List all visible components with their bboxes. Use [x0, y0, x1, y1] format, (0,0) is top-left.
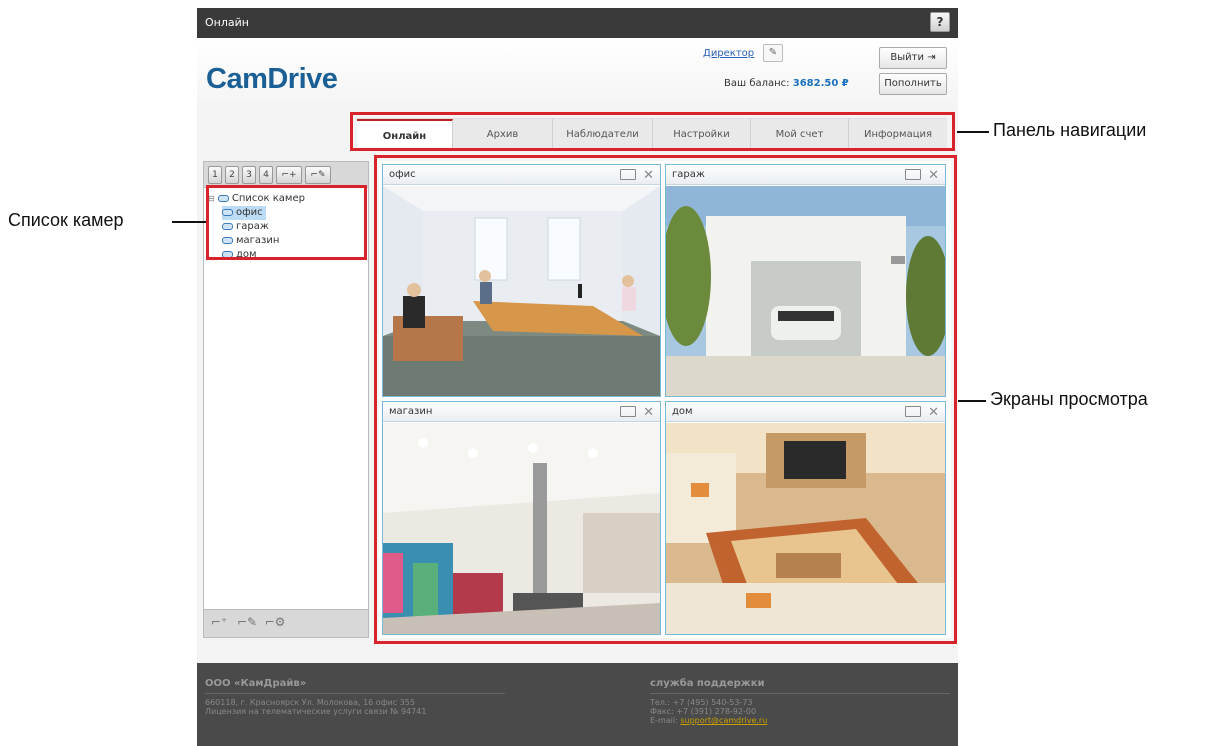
top-bar: Онлайн ? [197, 8, 958, 38]
footer: ООО «КамДрайв» 660118, г. Красноярск Ул.… [197, 663, 958, 746]
view-screens-pointer [958, 400, 986, 402]
edit-camera-button[interactable]: ⌐✎ [236, 615, 258, 633]
topup-button[interactable]: Пополнить [879, 73, 947, 95]
camera-edit-icon: ⌐✎ [310, 170, 326, 180]
nav-panel-highlight [350, 112, 955, 151]
camera-add-icon: ⌐+ [281, 170, 297, 180]
camera-settings-button[interactable]: ⌐⚙ [264, 615, 286, 633]
logo: CamDrive [206, 63, 338, 95]
add-camera-button[interactable]: ⌐⁺ [208, 615, 230, 633]
footer-support-block: служба поддержки Тел.: +7 (495) 540-53-7… [650, 678, 950, 725]
footer-license: Лицензия на телематические услуги связи … [205, 707, 427, 716]
balance-value: 3682.50 ₽ [792, 78, 849, 89]
footer-email-row: E-mail: support@camdrive.ru [650, 716, 950, 725]
pencil-icon: ✎ [768, 47, 778, 58]
camera-edit-icon: ⌐✎ [236, 615, 258, 629]
footer-company: ООО «КамДрайв» [205, 678, 307, 689]
edit-profile-button[interactable]: ✎ [763, 44, 783, 62]
camera-list-pointer [172, 221, 206, 223]
logout-label: Выйти [890, 52, 924, 63]
balance: Ваш баланс: 3682.50 ₽ [724, 78, 849, 89]
camera-actions-bar: ⌐⁺ ⌐✎ ⌐⚙ [204, 609, 368, 637]
footer-address: 660118, г. Красноярск Ул. Молокова, 16 о… [205, 698, 415, 707]
balance-label: Ваш баланс: [724, 78, 790, 89]
footer-email-link[interactable]: support@camdrive.ru [680, 716, 767, 725]
layout-3-button[interactable]: 3 [242, 166, 256, 184]
camera-list-highlight [206, 185, 367, 260]
footer-divider [650, 693, 950, 694]
footer-company-block: ООО «КамДрайв» 660118, г. Красноярск Ул.… [205, 678, 505, 716]
camera-add-icon: ⌐⁺ [210, 615, 228, 629]
help-button[interactable]: ? [930, 12, 950, 32]
camera-list-annotation: Список камер [8, 210, 124, 230]
footer-phone: Тел.: +7 (495) 540-53-73 [650, 698, 753, 707]
exit-icon: ⇥ [927, 52, 936, 63]
top-bar-title: Онлайн [205, 16, 249, 29]
edit-camera-view-button[interactable]: ⌐✎ [305, 166, 331, 184]
layout-4-button[interactable]: 4 [259, 166, 273, 184]
logout-button[interactable]: Выйти ⇥ [879, 47, 947, 69]
layout-2-button[interactable]: 2 [225, 166, 239, 184]
nav-panel-pointer [957, 131, 989, 133]
user-link[interactable]: Директор [703, 48, 754, 59]
header: CamDrive Директор ✎ Ваш баланс: 3682.50 … [197, 38, 958, 113]
footer-fax: Факс: +7 (391) 278-92-00 [650, 707, 757, 716]
layout-1-button[interactable]: 1 [208, 166, 222, 184]
nav-panel-annotation: Панель навигации [993, 120, 1147, 140]
footer-support-title: служба поддержки [650, 678, 765, 689]
view-screens-annotation: Экраны просмотра [990, 389, 1148, 409]
footer-email-label: E-mail: [650, 716, 678, 725]
add-camera-view-button[interactable]: ⌐+ [276, 166, 302, 184]
camera-settings-icon: ⌐⚙ [264, 615, 286, 629]
view-screens-highlight [374, 155, 957, 644]
footer-divider [205, 693, 505, 694]
